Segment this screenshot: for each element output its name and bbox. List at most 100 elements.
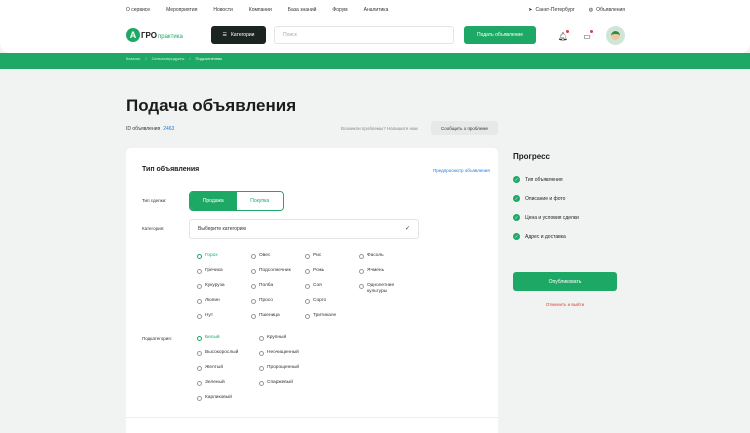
subcategory-option-label: Желтый (205, 365, 224, 370)
category-label: Категория: (142, 226, 165, 231)
search-placeholder: Поиск (283, 32, 297, 38)
section-title: Тип объявления (142, 166, 200, 173)
problem-question: Возникли проблемы? Напишите нам (341, 126, 418, 131)
category-option-label: Сорго (313, 298, 327, 303)
category-option-label: Подсолнечник (259, 268, 291, 273)
toplink-companies[interactable]: Компании (249, 7, 272, 13)
category-option-label: Пшеница (259, 313, 280, 318)
category-radio[interactable]: Ячмень (359, 268, 384, 274)
category-radio[interactable]: Соя (305, 283, 322, 289)
avatar-face (611, 31, 620, 40)
toplink-analytics[interactable]: Аналитика (364, 7, 389, 13)
check-icon: ✓ (513, 176, 520, 183)
category-radio[interactable]: Горох (197, 253, 218, 259)
radio-circle-icon (197, 313, 202, 319)
categories-button[interactable]: ☰ Категории (211, 26, 266, 44)
category-radio[interactable]: Нут (197, 313, 213, 319)
chat-icon[interactable]: ▭ (582, 30, 593, 41)
subcategory-radio[interactable]: Белый (197, 335, 220, 341)
report-problem-button[interactable]: Сообщить о проблеме (431, 121, 498, 135)
subcategory-radio[interactable]: Пророщенный (259, 365, 299, 371)
category-radio[interactable]: Однолетние культуры (359, 283, 407, 295)
radio-circle-icon (197, 395, 202, 401)
category-radio[interactable]: Овес (251, 253, 270, 259)
category-radio[interactable]: Кукуруза (197, 283, 225, 289)
subcategory-radio[interactable]: Желтый (197, 365, 223, 371)
category-radio[interactable]: Фасоль (359, 253, 384, 259)
category-radio[interactable]: Рожь (305, 268, 324, 274)
toplink-forum[interactable]: Форум (332, 7, 347, 13)
subcategory-radio[interactable]: Крупный (259, 335, 286, 341)
crumb-agro[interactable]: Сельхозпродукты (152, 56, 185, 61)
radio-circle-icon (259, 350, 264, 356)
crumb-separator: / (189, 56, 191, 61)
subcategory-option-label: Карликовый (205, 395, 232, 400)
preview-link[interactable]: Предпросмотр объявления (433, 168, 490, 173)
toplink-about[interactable]: О сервисе (126, 7, 150, 13)
subcategory-radio[interactable]: Высокорослый (197, 350, 238, 356)
category-select[interactable]: Выберите категорию ✓ (189, 219, 419, 239)
radio-circle-icon (359, 253, 364, 259)
crumb-separator: / (145, 56, 147, 61)
deal-option-sale[interactable]: Продажа (190, 192, 237, 210)
subcategory-option-label: Высокорослый (205, 350, 239, 355)
category-radio[interactable]: Люпин (197, 298, 220, 304)
toplink-knowledge[interactable]: База знаний (288, 7, 317, 13)
category-option-label: Тритикале (313, 313, 337, 318)
subcategory-option-label: Крупный (267, 335, 287, 340)
radio-circle-icon (197, 283, 202, 289)
subcategory-option-label: Зеленый (205, 380, 225, 385)
category-radio[interactable]: Пшеница (251, 313, 280, 319)
toplink-events[interactable]: Мероприятия (166, 7, 197, 13)
page-title: Подача объявления (126, 96, 297, 115)
subcategory-radio[interactable]: Спаржевый (259, 380, 293, 386)
bell-icon[interactable]: 🔔︎ (558, 30, 569, 41)
toplink-news[interactable]: Новости (213, 7, 232, 13)
category-option-label: Ячмень (367, 268, 385, 273)
subcategory-radio[interactable]: Зеленый (197, 380, 225, 386)
avatar[interactable] (606, 26, 625, 45)
crumb-catalog[interactable]: Каталог (126, 56, 141, 61)
ads-link[interactable]: ◍ Объявления (589, 7, 625, 13)
category-radio[interactable]: Полба (251, 283, 273, 289)
publish-button[interactable]: Опубликовать (513, 272, 617, 291)
check-icon: ✓ (513, 214, 520, 221)
radio-circle-icon (251, 313, 256, 319)
logo[interactable]: А ГРО практика (126, 28, 183, 42)
notification-dot (566, 30, 569, 33)
category-radio[interactable]: Просо (251, 298, 273, 304)
category-radio[interactable]: Сорго (305, 298, 326, 304)
city-selector[interactable]: ➤ Санкт-Петербург (528, 7, 574, 13)
category-radio[interactable]: Рис (305, 253, 321, 259)
progress-step-label: Описание и фото (525, 195, 566, 202)
category-option-label: Просо (259, 298, 273, 303)
category-placeholder: Выберите категорию (198, 226, 247, 232)
category-radio[interactable]: Подсолнечник (251, 268, 291, 274)
globe-icon: ◍ (588, 7, 594, 13)
category-radio[interactable]: Тритикале (305, 313, 336, 319)
deal-option-purchase[interactable]: Покупка (236, 192, 283, 210)
radio-circle-icon (251, 253, 256, 259)
check-icon: ✓ (513, 233, 520, 240)
radio-circle-icon (359, 268, 364, 274)
subcategory-option-label: Пророщенный (267, 365, 300, 370)
category-radio[interactable]: Гречиха (197, 268, 223, 274)
logo-praktika: практика (158, 33, 183, 40)
cancel-exit-link[interactable]: Отменить и выйти (513, 302, 617, 307)
progress-step-label: Адрес и доставка (525, 233, 566, 240)
city-label: Санкт-Петербург (535, 7, 575, 13)
subcategory-radio[interactable]: Карликовый (197, 395, 232, 401)
breadcrumb-band (0, 53, 750, 69)
subcategory-radio[interactable]: Неочищенный (259, 350, 299, 356)
category-option-label: Рожь (313, 268, 325, 273)
radio-circle-icon (251, 283, 256, 289)
submit-ad-button[interactable]: Подать объявление (464, 26, 536, 44)
radio-circle-icon (259, 365, 264, 371)
main-header: А ГРО практика ☰ Категории Поиск Подать … (0, 19, 750, 53)
location-arrow-icon: ➤ (528, 7, 533, 13)
search-input[interactable]: Поиск (274, 26, 454, 44)
radio-circle-icon (259, 335, 264, 341)
menu-icon: ☰ (222, 32, 227, 38)
category-option-label: Кукуруза (205, 283, 225, 288)
category-option-label: Фасоль (367, 253, 384, 258)
